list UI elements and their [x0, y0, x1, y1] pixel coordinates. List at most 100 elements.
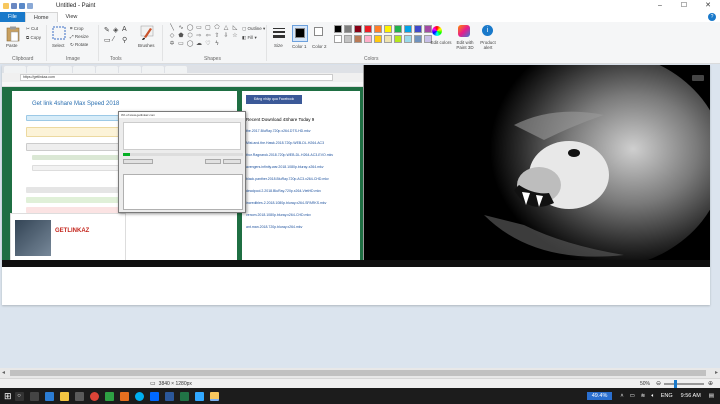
- idm-icon[interactable]: [104, 391, 114, 401]
- file-explorer-icon[interactable]: [59, 391, 69, 401]
- color-swatch[interactable]: [384, 25, 392, 33]
- star-shape-icon[interactable]: ☆: [231, 33, 239, 39]
- wifi-icon[interactable]: ≋: [641, 393, 646, 399]
- search-icon[interactable]: ○: [14, 391, 24, 401]
- color-swatch[interactable]: [344, 25, 352, 33]
- fill-dropdown[interactable]: ◧ Fill ▾: [242, 35, 257, 41]
- rotate-button[interactable]: ↻ Rotate: [70, 42, 88, 48]
- edit-colors-button[interactable]: [432, 26, 442, 37]
- color-swatch[interactable]: [354, 35, 362, 43]
- color-swatch[interactable]: [384, 35, 392, 43]
- magnifier-icon[interactable]: ⚲: [122, 36, 127, 44]
- tab-file[interactable]: File: [0, 12, 25, 22]
- star6-shape-icon[interactable]: ✡: [168, 41, 176, 47]
- cloud-shape-icon[interactable]: ☁: [195, 41, 203, 47]
- horizontal-scrollbar[interactable]: ◂ ▸: [0, 368, 720, 378]
- brush-icon[interactable]: [140, 25, 154, 41]
- rounded-rect-shape-icon[interactable]: ▢: [204, 25, 212, 31]
- callout-rect-shape-icon[interactable]: ▭: [177, 41, 185, 47]
- color-swatch[interactable]: [364, 35, 372, 43]
- size-button[interactable]: Size: [274, 43, 283, 48]
- store-icon[interactable]: [74, 391, 84, 401]
- battery-indicator[interactable]: 49.4%: [586, 392, 613, 400]
- line-shape-icon[interactable]: ╲: [168, 25, 176, 31]
- notifications-icon[interactable]: ▤: [709, 393, 714, 399]
- zoom-out-button[interactable]: ⊖: [656, 380, 661, 387]
- excel-icon[interactable]: [179, 391, 189, 401]
- word-icon[interactable]: [164, 391, 174, 401]
- media-player-icon[interactable]: [119, 391, 129, 401]
- paint-canvas[interactable]: https://getlinkaz.com Get link 4share Ma…: [2, 65, 710, 305]
- color1-box[interactable]: [292, 25, 308, 42]
- scroll-right-icon[interactable]: ▸: [715, 369, 718, 376]
- color-swatch[interactable]: [394, 25, 402, 33]
- polygon-shape-icon[interactable]: ⬠: [213, 25, 221, 31]
- color-swatch[interactable]: [404, 35, 412, 43]
- language-indicator[interactable]: ENG: [661, 393, 673, 399]
- color-swatch[interactable]: [394, 35, 402, 43]
- select-icon[interactable]: [52, 26, 66, 40]
- hexagon-shape-icon[interactable]: ⬡: [186, 33, 194, 39]
- help-icon[interactable]: ?: [708, 13, 716, 21]
- triangle-shape-icon[interactable]: △: [222, 25, 230, 31]
- arrow-up-shape-icon[interactable]: ⇧: [213, 33, 221, 39]
- chrome-icon[interactable]: [89, 391, 99, 401]
- tray-chevron-icon[interactable]: ˄: [620, 393, 623, 399]
- fill-icon[interactable]: ◈: [113, 26, 118, 34]
- paint3d-button[interactable]: [458, 25, 470, 38]
- paint-taskbar-icon[interactable]: [209, 391, 219, 401]
- paste-icon[interactable]: [6, 26, 20, 42]
- crop-button[interactable]: ⌗ Crop: [70, 26, 84, 31]
- cut-button[interactable]: ✂ Cut: [26, 26, 38, 32]
- rectangle-shape-icon[interactable]: ▭: [195, 25, 203, 31]
- task-view-icon[interactable]: [29, 391, 39, 401]
- callout-oval-shape-icon[interactable]: ◯: [186, 41, 194, 47]
- select-button[interactable]: Select: [52, 43, 65, 48]
- brushes-button[interactable]: Brushes: [138, 43, 155, 48]
- copy-button[interactable]: ⧉ Copy: [26, 35, 41, 40]
- outline-dropdown[interactable]: ▢ Outline ▾: [242, 26, 265, 32]
- color-swatch[interactable]: [414, 25, 422, 33]
- clock[interactable]: 9:56 AM: [681, 393, 701, 399]
- paste-button[interactable]: Paste: [6, 43, 18, 48]
- curve-shape-icon[interactable]: ∿: [177, 25, 185, 31]
- skype-icon[interactable]: [134, 391, 144, 401]
- diamond-shape-icon[interactable]: ◇: [168, 33, 176, 39]
- pentagon-shape-icon[interactable]: ⬟: [177, 33, 185, 39]
- color-swatch[interactable]: [414, 35, 422, 43]
- product-alert-button[interactable]: i: [482, 25, 493, 36]
- lightning-shape-icon[interactable]: ϟ: [213, 41, 221, 47]
- zoom-slider[interactable]: [664, 380, 704, 388]
- battery-icon[interactable]: ▭: [630, 393, 635, 399]
- scrollbar-thumb[interactable]: [10, 370, 706, 376]
- oval-shape-icon[interactable]: ◯: [186, 25, 194, 31]
- color-swatch[interactable]: [374, 35, 382, 43]
- color-swatch[interactable]: [404, 25, 412, 33]
- color-swatch[interactable]: [354, 25, 362, 33]
- arrow-right-shape-icon[interactable]: ⇨: [195, 33, 203, 39]
- photoshop-icon[interactable]: [194, 391, 204, 401]
- text-icon[interactable]: A: [122, 26, 127, 33]
- start-icon[interactable]: ⊞: [4, 391, 12, 402]
- color2-box[interactable]: [312, 25, 326, 42]
- zoom-slider-thumb[interactable]: [674, 380, 677, 388]
- zoom-in-button[interactable]: ⊕: [708, 380, 713, 387]
- color-swatch[interactable]: [364, 25, 372, 33]
- color-swatch[interactable]: [334, 25, 342, 33]
- pencil-icon[interactable]: ✎: [104, 26, 110, 34]
- minimize-button[interactable]: –: [648, 0, 672, 12]
- color-swatch[interactable]: [424, 25, 432, 33]
- right-triangle-shape-icon[interactable]: ◺: [231, 25, 239, 31]
- scroll-left-icon[interactable]: ◂: [2, 369, 5, 376]
- size-icon[interactable]: [272, 26, 286, 40]
- arrow-left-shape-icon[interactable]: ⇦: [204, 33, 212, 39]
- eraser-icon[interactable]: ▭: [104, 36, 111, 44]
- color-swatch[interactable]: [344, 35, 352, 43]
- arrow-down-shape-icon[interactable]: ⇩: [222, 33, 230, 39]
- edge-icon[interactable]: [44, 391, 54, 401]
- zalo-icon[interactable]: [149, 391, 159, 401]
- heart-shape-icon[interactable]: ♡: [204, 41, 212, 47]
- close-button[interactable]: ✕: [696, 0, 720, 12]
- color-swatch[interactable]: [374, 25, 382, 33]
- color-swatch[interactable]: [334, 35, 342, 43]
